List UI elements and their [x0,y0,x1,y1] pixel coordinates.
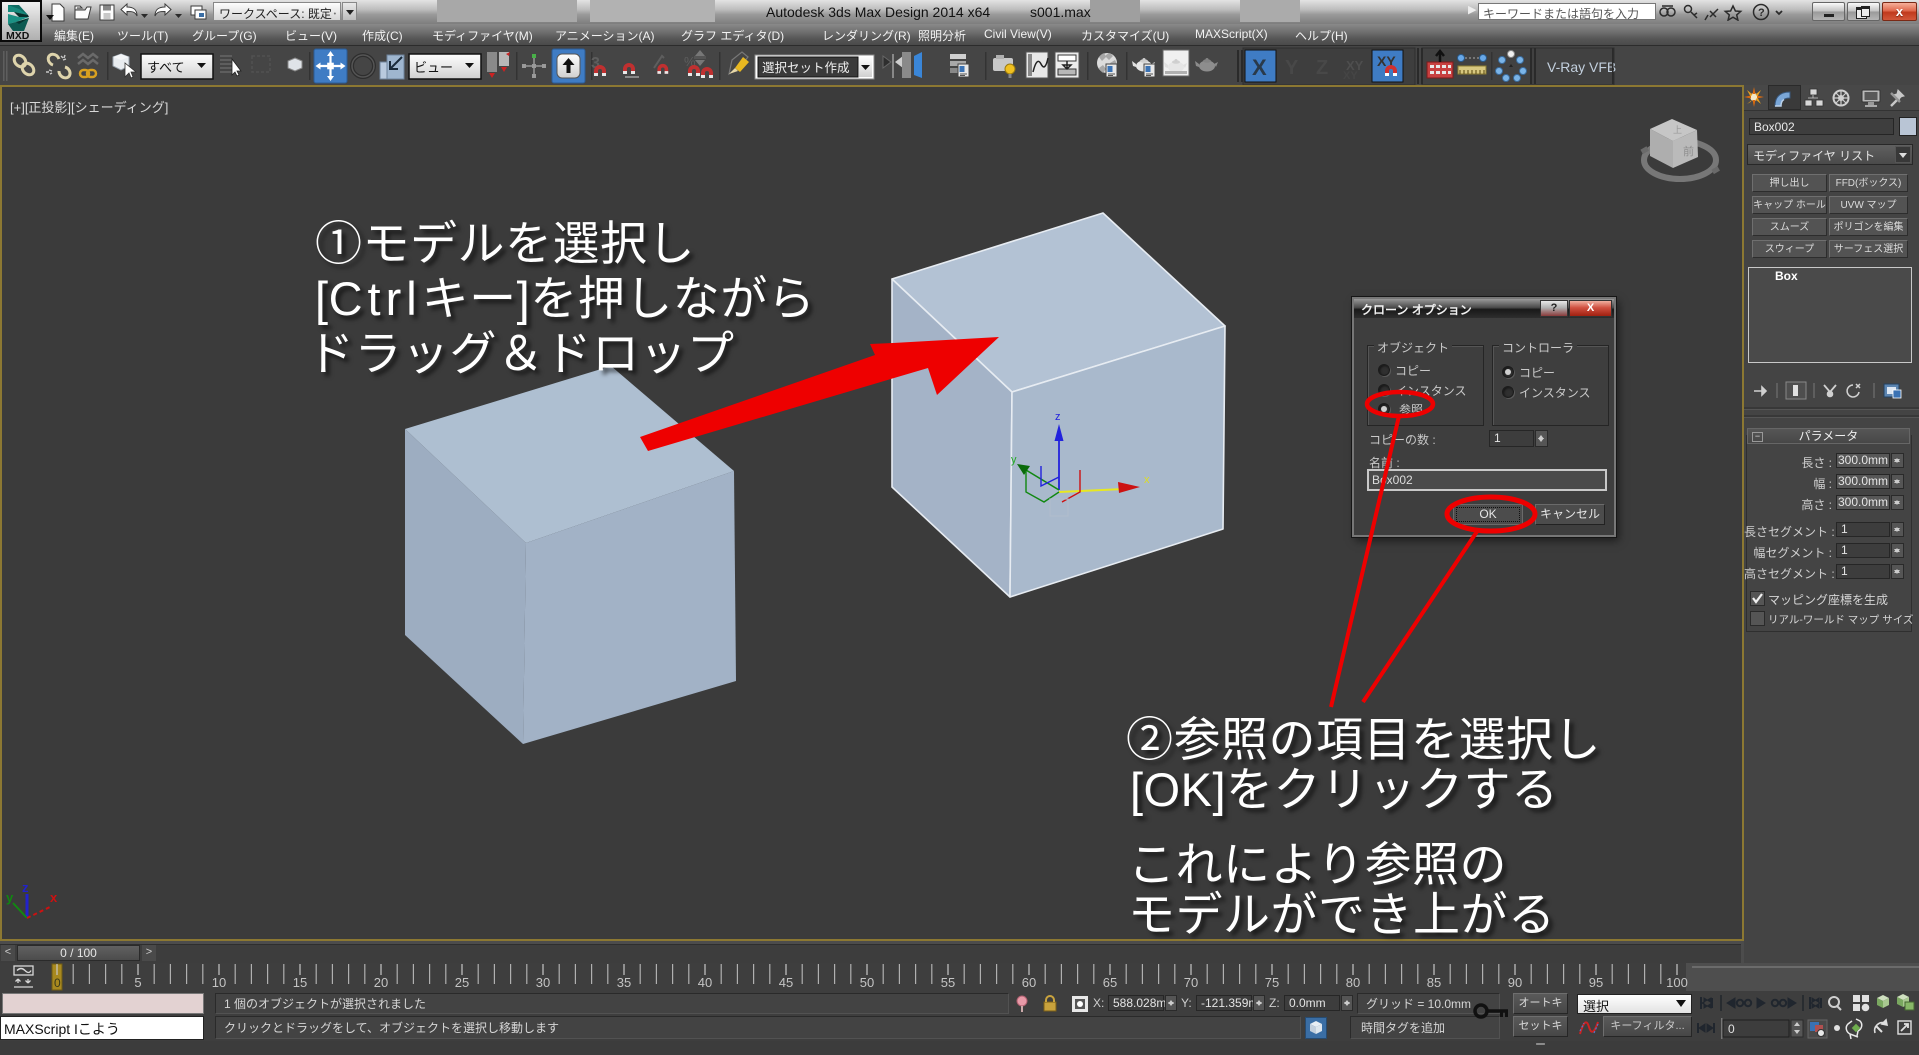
svg-text:前: 前 [1683,144,1694,158]
svg-text:40: 40 [698,975,712,990]
svg-text:25: 25 [455,975,469,990]
svg-text:X: X [1252,55,1267,80]
svg-text:XY: XY [1343,70,1358,82]
svg-text:35: 35 [617,975,631,990]
svg-text:選択セット作成: 選択セット作成 [762,61,850,75]
svg-text:ビュー: ビュー [414,60,453,75]
svg-text:Z: Z [1316,57,1328,79]
svg-text:上: 上 [1673,125,1682,135]
svg-text:0: 0 [1728,1022,1735,1036]
svg-text:30: 30 [536,975,550,990]
svg-text:70: 70 [1184,975,1198,990]
svg-text:MXD: MXD [6,30,30,40]
svg-text:90: 90 [1508,975,1522,990]
svg-text:65: 65 [1103,975,1117,990]
svg-text:15: 15 [293,975,307,990]
svg-text:x: x [1144,474,1150,486]
svg-text:Y: Y [1285,57,1299,79]
svg-text:y: y [1011,454,1017,466]
svg-text:85: 85 [1427,975,1441,990]
svg-text:45: 45 [779,975,793,990]
svg-text:V-Ray VFB: V-Ray VFB [1547,59,1616,75]
svg-text:55: 55 [941,975,955,990]
svg-text:10: 10 [212,975,226,990]
svg-text:y: y [6,890,14,905]
svg-text:0: 0 [54,976,61,990]
svg-text:?: ? [1758,7,1765,19]
svg-text:すべて: すべて [147,60,185,75]
svg-text:z: z [22,880,29,895]
svg-text:5: 5 [134,975,141,990]
svg-text:60: 60 [1022,975,1036,990]
svg-text:95: 95 [1589,975,1603,990]
svg-text:z: z [1055,411,1061,423]
svg-text:100: 100 [1666,975,1688,990]
svg-text:20: 20 [374,975,388,990]
svg-text:x: x [50,890,58,905]
svg-text:50: 50 [860,975,874,990]
svg-text:75: 75 [1265,975,1279,990]
svg-text:80: 80 [1346,975,1360,990]
